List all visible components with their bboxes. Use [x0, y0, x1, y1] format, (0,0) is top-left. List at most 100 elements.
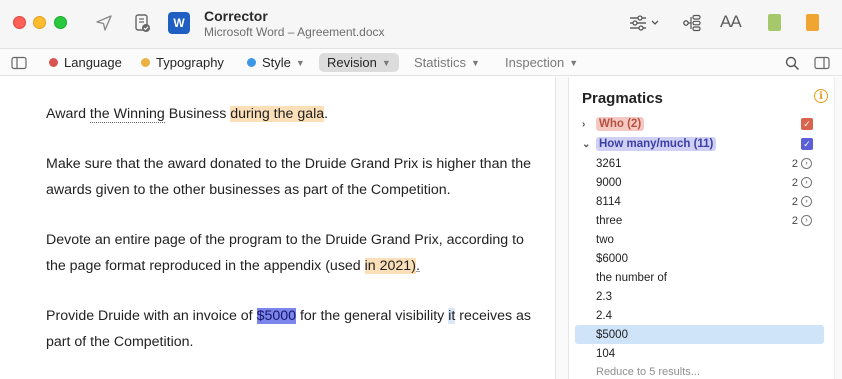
chevron-down-icon[interactable]: ⌄: [582, 139, 596, 150]
minimize-window-button[interactable]: [33, 16, 46, 29]
count-value: 2: [791, 195, 798, 208]
tab-language[interactable]: Language: [49, 53, 122, 72]
count-value: 2: [791, 176, 798, 189]
count-value: 2: [791, 214, 798, 227]
chevron-right-icon[interactable]: ›: [582, 119, 596, 130]
tab-label: Statistics: [414, 55, 467, 70]
panel-title: Pragmatics: [582, 90, 663, 107]
text: Make sure that the award donated to the …: [46, 156, 532, 198]
item-label: the number of: [596, 271, 667, 284]
panel-scrollbar[interactable]: [834, 77, 842, 379]
document-name: Microsoft Word – Agreement.docx: [204, 25, 385, 39]
tab-label: Typography: [156, 55, 224, 70]
item-label: $6000: [596, 252, 628, 265]
text: .: [415, 257, 420, 274]
tab-inspection[interactable]: Inspection ▼: [505, 53, 578, 72]
text: Provide Druide with an invoice of: [46, 308, 257, 324]
chevron-down-icon: ▼: [295, 57, 305, 68]
group-how-many[interactable]: ⌄ How many/much (11): [582, 135, 717, 153]
search-icon[interactable]: [784, 52, 800, 74]
list-item-selected[interactable]: $5000: [575, 325, 824, 344]
tab-typography[interactable]: Typography: [141, 53, 224, 72]
item-count[interactable]: 2 ›: [792, 177, 812, 189]
language-color-dot: [49, 58, 58, 67]
app-title: Corrector: [204, 8, 268, 24]
list-item[interactable]: the number of: [575, 268, 824, 287]
pragmatics-panel: Pragmatics i › Who (2) ✓ ⌄ How many/much…: [570, 77, 832, 379]
highlight-when[interactable]: in 2021): [364, 257, 416, 274]
item-label: 104: [596, 347, 616, 360]
item-label: two: [596, 233, 614, 246]
item-label: 9000: [596, 176, 622, 189]
list-item[interactable]: 9000 2 ›: [575, 173, 824, 192]
text: Devote an entire page of the program to …: [46, 232, 524, 274]
list-item[interactable]: 2.4: [575, 306, 824, 325]
chevron-down-icon: ▼: [471, 57, 480, 68]
zoom-window-button[interactable]: [54, 16, 67, 29]
chevron-down-icon: ▼: [569, 57, 579, 68]
list-item[interactable]: 8114 2 ›: [575, 192, 824, 211]
chevron-right-circle-icon[interactable]: ›: [801, 196, 812, 207]
tab-statistics[interactable]: Statistics ▼: [414, 53, 480, 72]
list-item[interactable]: 2.3: [575, 287, 824, 306]
tab-style[interactable]: Style ▼: [247, 53, 305, 72]
item-count[interactable]: 2 ›: [792, 158, 812, 170]
how-many-checkbox[interactable]: ✓: [801, 138, 813, 150]
settings-sliders-icon[interactable]: [628, 12, 662, 34]
group-label: How many/much (11): [596, 137, 717, 151]
list-item[interactable]: 104: [575, 344, 824, 363]
document-area[interactable]: Award the Winning Business during the ga…: [0, 77, 555, 379]
text: Award: [46, 106, 90, 122]
highlight-amount-selected[interactable]: $5000: [256, 308, 297, 324]
item-count[interactable]: 2 ›: [792, 215, 812, 227]
group-who[interactable]: › Who (2): [582, 115, 645, 133]
reduce-results-link[interactable]: Reduce to 5 results...: [596, 366, 700, 378]
paragraph-3[interactable]: Devote an entire page of the program to …: [46, 228, 536, 279]
text: Business: [164, 106, 231, 122]
send-icon[interactable]: [94, 12, 114, 34]
chevron-right-circle-icon[interactable]: ›: [801, 215, 812, 226]
who-checkbox[interactable]: ✓: [801, 118, 813, 130]
list-item[interactable]: three 2 ›: [575, 211, 824, 230]
list-item[interactable]: 3261 2 ›: [575, 154, 824, 173]
chevron-right-circle-icon[interactable]: ›: [801, 158, 812, 169]
title-bar: W Corrector Microsoft Word – Agreement.d…: [0, 0, 842, 49]
text: for the general visibility: [296, 308, 449, 324]
item-count[interactable]: 2 ›: [792, 196, 812, 208]
list-item[interactable]: two: [575, 230, 824, 249]
item-label: 2.4: [596, 309, 612, 322]
item-label: 2.3: [596, 290, 612, 303]
word-app-icon: W: [168, 12, 190, 34]
item-label: 8114: [596, 195, 621, 208]
style-color-dot: [247, 58, 256, 67]
document-check-icon[interactable]: [132, 12, 152, 34]
tab-label: Style: [262, 55, 291, 70]
text: .: [324, 106, 329, 122]
right-panel-toggle-icon[interactable]: [814, 52, 830, 74]
highlight-when[interactable]: during the gala: [230, 106, 325, 122]
paragraph-2[interactable]: Make sure that the award donated to the …: [46, 152, 536, 203]
item-label: $5000: [596, 328, 628, 341]
tab-revision[interactable]: Revision ▼: [319, 53, 399, 72]
green-notebook-icon[interactable]: [768, 14, 781, 31]
count-value: 2: [791, 157, 798, 170]
group-label: Who (2): [596, 117, 645, 131]
split-divider[interactable]: [555, 77, 569, 379]
chevron-right-circle-icon[interactable]: ›: [801, 177, 812, 188]
font-size-button[interactable]: AA: [720, 12, 742, 32]
close-window-button[interactable]: [13, 16, 26, 29]
paragraph-1[interactable]: Award the Winning Business during the ga…: [46, 102, 536, 128]
tab-label: Revision: [327, 55, 377, 70]
category-toolbar: Language Typography Style ▼ Revision ▼ S…: [0, 49, 842, 76]
typography-color-dot: [141, 58, 150, 67]
sidebar-toggle-icon[interactable]: [11, 52, 27, 74]
orange-notebook-icon[interactable]: [806, 14, 819, 31]
tab-label: Inspection: [505, 55, 565, 70]
list-item[interactable]: $6000: [575, 249, 824, 268]
info-icon[interactable]: i: [814, 89, 828, 103]
paragraph-4[interactable]: Provide Druide with an invoice of $5000 …: [46, 304, 536, 355]
item-label: three: [596, 214, 623, 227]
chevron-down-icon: ▼: [381, 57, 391, 68]
hierarchy-icon[interactable]: [682, 12, 702, 34]
flagged-phrase[interactable]: the Winning: [89, 106, 165, 123]
